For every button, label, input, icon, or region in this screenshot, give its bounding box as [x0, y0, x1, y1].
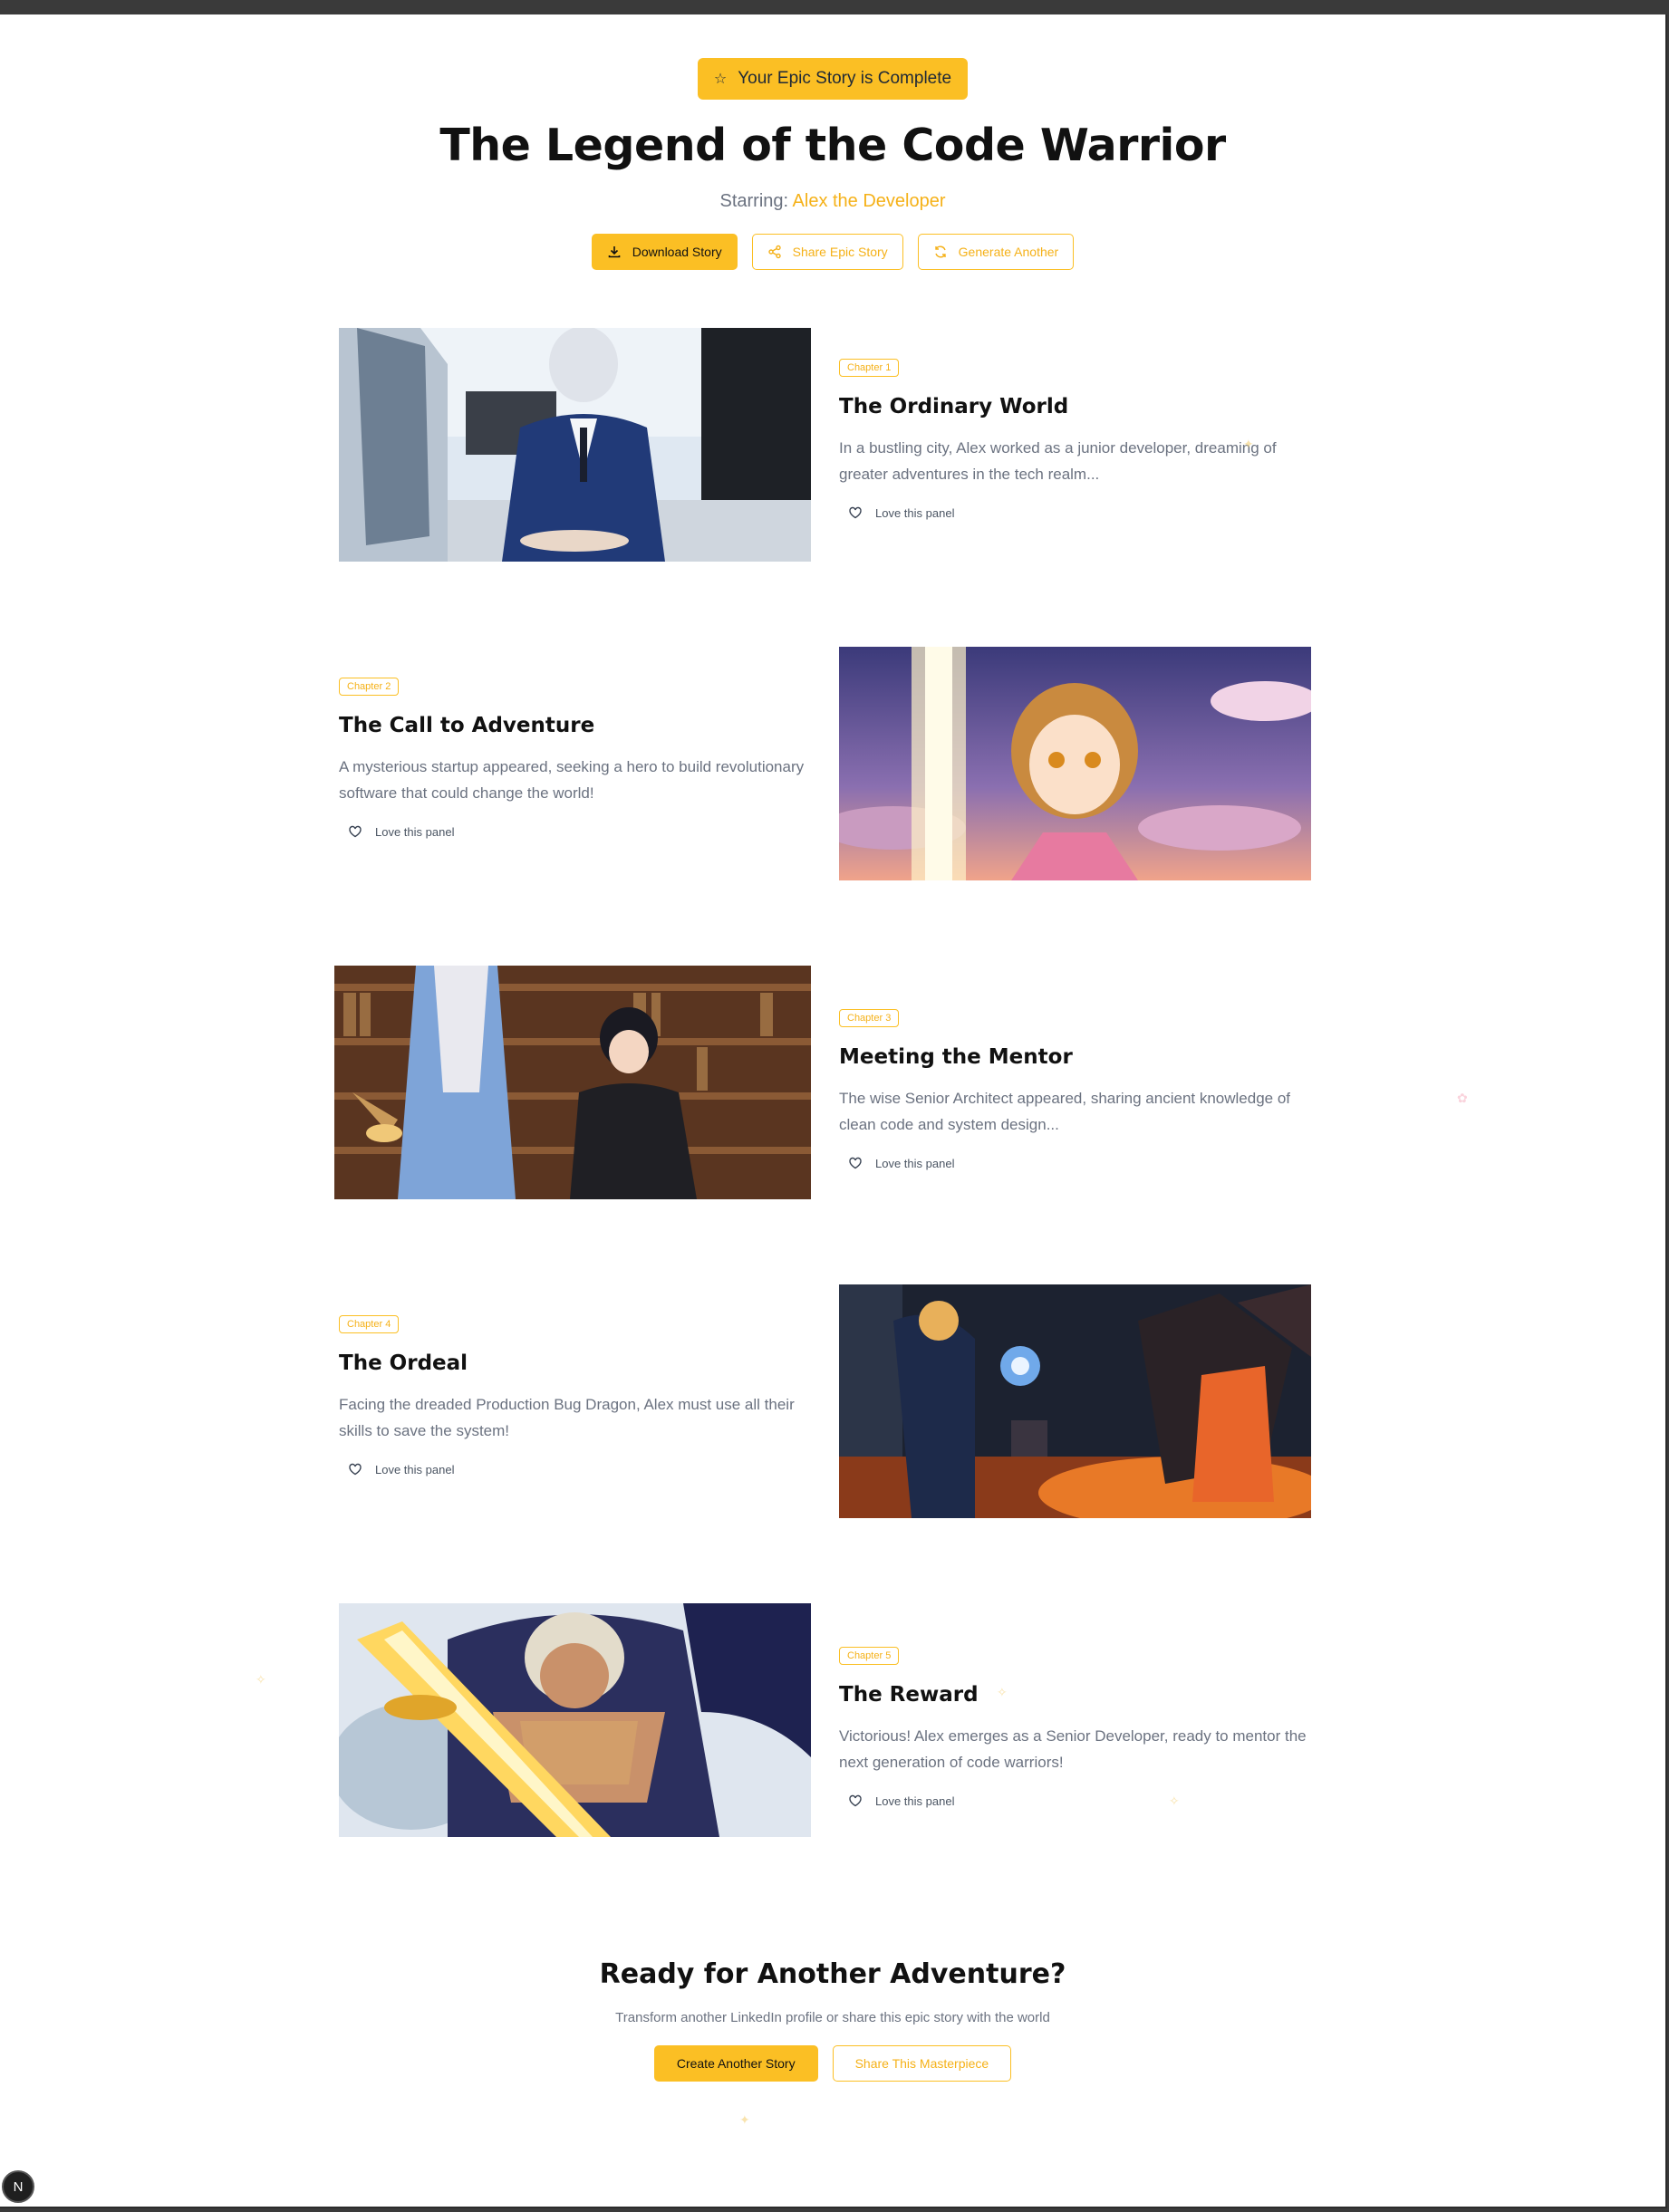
starring-label: Starring:: [719, 191, 789, 211]
chapter-3-love-button[interactable]: Love this panel: [848, 1156, 954, 1170]
chapter-3-text: Chapter 3 Meeting the Mentor The wise Se…: [839, 1009, 1310, 1175]
hero-section: ☆ Your Epic Story is Complete The Legend…: [0, 14, 1665, 270]
heart-icon: [849, 506, 862, 519]
chapter-2-title: The Call to Adventure: [339, 714, 595, 737]
chapter-5-text: Chapter 5 The Reward Victorious! Alex em…: [839, 1647, 1310, 1813]
chapter-3-badge: Chapter 3: [839, 1009, 900, 1027]
share-masterpiece-button[interactable]: Share This Masterpiece: [832, 2045, 1012, 2082]
cta-title: Ready for Another Adventure?: [599, 1958, 1066, 1990]
share-epic-story-label: Share Epic Story: [792, 245, 888, 259]
starring-line: Starring: Alex the Developer: [0, 191, 1665, 212]
chapter-1-love-button[interactable]: Love this panel: [848, 505, 954, 520]
chapter-5-image: [339, 1603, 811, 1837]
sparkle-icon: ✧: [256, 1672, 266, 1687]
chapter-5-description: Victorious! Alex emerges as a Senior Dev…: [839, 1727, 1307, 1771]
story-actions: Download Story Share Epic Story Generate…: [0, 234, 1665, 270]
chapter-3-description: The wise Senior Architect appeared, shar…: [839, 1090, 1291, 1133]
chapter-4-title: The Ordeal: [339, 1351, 468, 1375]
chapter-1-badge: Chapter 1: [839, 359, 900, 377]
chapter-4-text: Chapter 4 The Ordeal Facing the dreaded …: [339, 1315, 810, 1481]
download-story-button[interactable]: Download Story: [591, 234, 738, 270]
generate-another-button[interactable]: Generate Another: [917, 234, 1075, 270]
chapter-1-image: [339, 328, 811, 562]
story-page: ☆ Your Epic Story is Complete The Legend…: [0, 14, 1667, 2208]
chapter-5-badge: Chapter 5: [839, 1647, 900, 1665]
chapter-1-title: The Ordinary World: [839, 395, 1069, 418]
cta-actions: Create Another Story Share This Masterpi…: [0, 2045, 1665, 2082]
chapter-2-love-label: Love this panel: [375, 824, 455, 839]
dev-tools-badge[interactable]: N: [2, 2170, 34, 2203]
chapter-1-text: Chapter 1 The Ordinary World In a bustli…: [839, 359, 1310, 524]
chapter-2-love-button[interactable]: Love this panel: [348, 824, 454, 839]
chapter-3-title: Meeting the Mentor: [839, 1045, 1073, 1069]
sparkle-icon: ✿: [1457, 1091, 1468, 1105]
chapter-5-love-button[interactable]: Love this panel: [848, 1794, 954, 1808]
share-icon: [767, 245, 781, 259]
chapter-5-love-label: Love this panel: [875, 1794, 955, 1808]
chapter-2-text: Chapter 2 The Call to Adventure A myster…: [339, 678, 810, 843]
chapter-2-badge: Chapter 2: [339, 678, 400, 696]
create-another-story-button[interactable]: Create Another Story: [653, 2045, 818, 2082]
chapter-3-image: [334, 966, 811, 1199]
chapter-4-love-button[interactable]: Love this panel: [348, 1462, 454, 1476]
chapter-1-description: In a bustling city, Alex worked as a jun…: [839, 439, 1277, 483]
chapter-4-badge: Chapter 4: [339, 1315, 400, 1333]
sparkle-icon: ✦: [739, 2112, 750, 2127]
chapter-2-image: [839, 647, 1311, 880]
chapter-4-description: Facing the dreaded Production Bug Dragon…: [339, 1396, 795, 1439]
chapter-3-love-label: Love this panel: [875, 1156, 955, 1170]
chapter-5-title: The Reward: [839, 1683, 979, 1707]
generate-another-label: Generate Another: [958, 245, 1059, 259]
heart-icon: [349, 1463, 362, 1476]
chapter-4-image: [839, 1284, 1311, 1518]
sparkle-icon: ✧: [997, 1685, 1008, 1699]
heart-icon: [849, 1794, 862, 1807]
cta-section: Ready for Another Adventure? Transform a…: [0, 1958, 1665, 2082]
chapter-1-love-label: Love this panel: [875, 505, 955, 520]
download-story-label: Download Story: [632, 245, 722, 259]
refresh-icon: [934, 245, 946, 258]
heart-icon: [849, 1157, 862, 1169]
share-epic-story-button[interactable]: Share Epic Story: [751, 234, 903, 270]
story-complete-text: Your Epic Story is Complete: [738, 69, 952, 88]
download-icon: [608, 246, 621, 258]
story-complete-badge: ☆ Your Epic Story is Complete: [697, 58, 969, 100]
chapter-2-description: A mysterious startup appeared, seeking a…: [339, 758, 805, 802]
sparkle-icon: ✦: [1243, 437, 1254, 451]
star-icon: ☆: [713, 72, 728, 87]
chapter-4-love-label: Love this panel: [375, 1462, 455, 1476]
cta-subtitle: Transform another LinkedIn profile or sh…: [615, 2010, 1050, 2025]
hero-name: Alex the Developer: [792, 191, 946, 211]
heart-icon: [349, 825, 362, 838]
sparkle-icon: ✧: [1169, 1794, 1180, 1808]
story-title: The Legend of the Code Warrior: [439, 120, 1226, 171]
